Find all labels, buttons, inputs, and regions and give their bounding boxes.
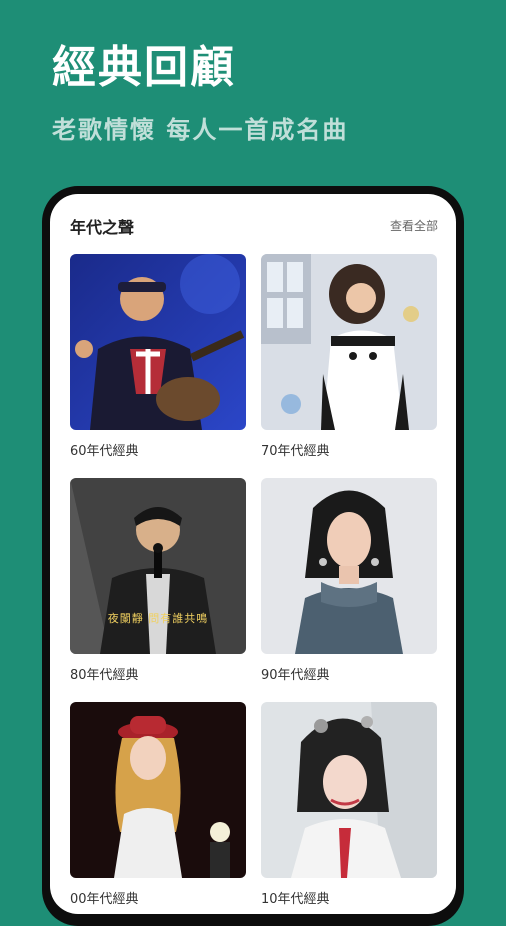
card-label: 80年代經典 — [70, 668, 139, 683]
card-label: 10年代經典 — [261, 892, 330, 907]
cover-image-60s[interactable] — [70, 254, 246, 430]
card-label: 00年代經典 — [70, 892, 139, 907]
section-title: 年代之聲 — [70, 218, 135, 237]
section-header: 年代之聲 查看全部 — [70, 214, 438, 237]
view-all-link[interactable]: 查看全部 — [390, 217, 438, 234]
decade-card-90s[interactable]: 90年代經典 — [261, 478, 437, 683]
phone-screen: 年代之聲 查看全部 60年代經典 70年代經典 夜闌靜 問有誰共鳴 80年代經典… — [50, 194, 456, 914]
decade-card-00s[interactable]: 00年代經典 — [70, 702, 246, 907]
hero-subtitle: 老歌情懷 每人一首成名曲 — [52, 116, 349, 144]
decade-card-70s[interactable]: 70年代經典 — [261, 254, 437, 459]
decade-card-60s[interactable]: 60年代經典 — [70, 254, 246, 459]
lyric-overlay: 夜闌靜 問有誰共鳴 — [107, 612, 209, 625]
cover-image-10s[interactable] — [261, 702, 437, 878]
cover-image-90s[interactable] — [261, 478, 437, 654]
card-label: 90年代經典 — [261, 668, 330, 683]
cover-image-70s[interactable] — [261, 254, 437, 430]
cover-image-80s[interactable]: 夜闌靜 問有誰共鳴 — [70, 478, 246, 654]
cover-image-00s[interactable] — [70, 702, 246, 878]
card-label: 70年代經典 — [261, 444, 330, 459]
card-label: 60年代經典 — [70, 444, 139, 459]
decade-card-80s[interactable]: 夜闌靜 問有誰共鳴 80年代經典 — [70, 478, 246, 683]
decade-card-10s[interactable]: 10年代經典 — [261, 702, 437, 907]
hero-title: 經典回顧 — [52, 42, 236, 93]
